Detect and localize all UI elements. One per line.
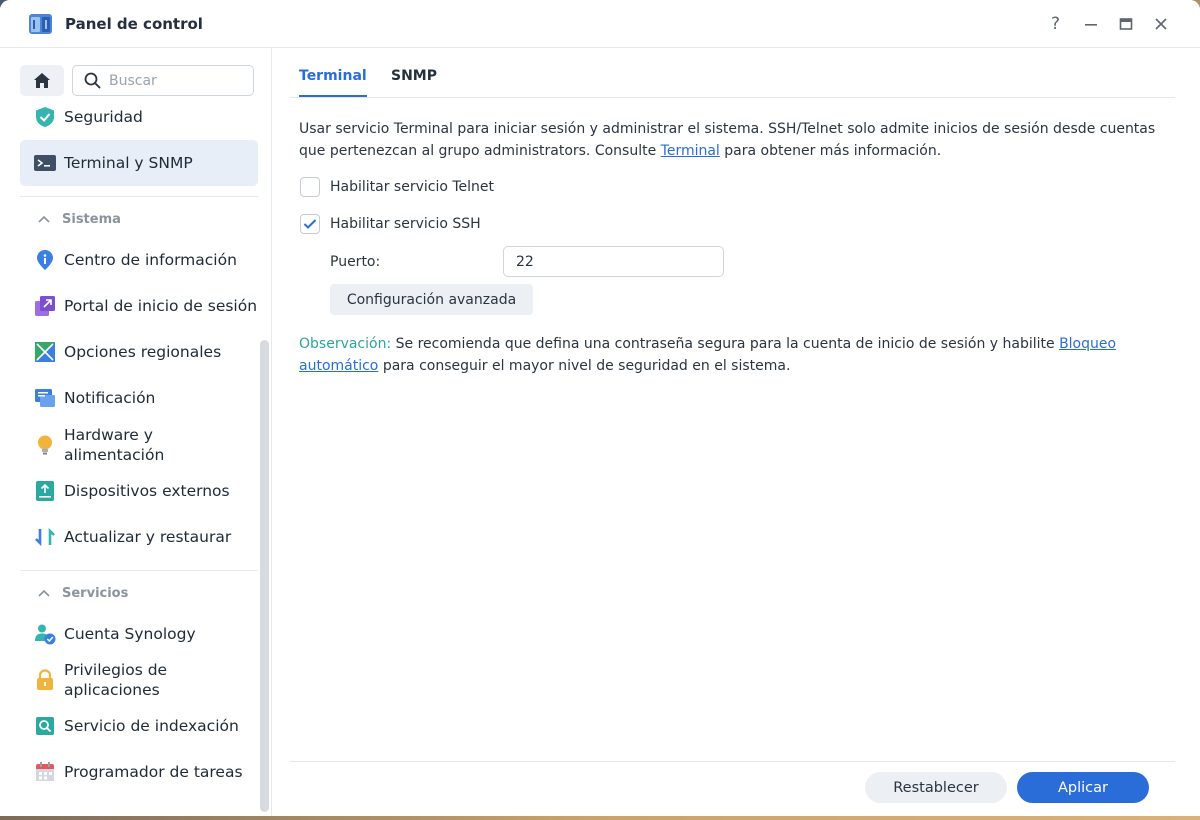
help-icon: ? xyxy=(1050,13,1061,34)
sidebar-item-indexacion[interactable]: Servicio de indexación xyxy=(20,703,258,749)
terminal-description: Usar servicio Terminal para iniciar sesi… xyxy=(299,118,1159,162)
sidebar-item-terminal-snmp[interactable]: Terminal y SNMP xyxy=(20,140,258,186)
control-panel-window: Panel de control ? Buscar Seguridad Term… xyxy=(0,0,1200,816)
sidebar-item-notificacion[interactable]: Notificación xyxy=(20,375,258,421)
window-title: Panel de control xyxy=(65,14,203,33)
help-button[interactable]: ? xyxy=(1038,9,1073,39)
main-panel: Terminal SNMP Usar servicio Terminal par… xyxy=(272,48,1200,816)
sidebar-item-label: Programador de tareas xyxy=(64,763,243,781)
telnet-checkbox[interactable] xyxy=(300,177,320,197)
ssh-checkbox[interactable] xyxy=(300,214,320,234)
sidebar-item-label: Dispositivos externos xyxy=(64,482,230,500)
search-icon xyxy=(84,72,101,89)
indexing-icon xyxy=(36,717,54,735)
info-icon xyxy=(37,250,53,270)
sidebar-item-opciones-regionales[interactable]: Opciones regionales xyxy=(20,329,258,375)
sidebar-item-portal-inicio[interactable]: Portal de inicio de sesión xyxy=(20,283,258,329)
section-label: Sistema xyxy=(62,211,121,227)
note-text: para conseguir el mayor nivel de segurid… xyxy=(378,358,791,374)
ssh-label: Habilitar servicio SSH xyxy=(330,216,481,232)
sidebar: Seguridad Terminal y SNMP Sistema Centro… xyxy=(0,48,272,816)
port-input[interactable] xyxy=(503,246,724,277)
chevron-up-icon xyxy=(38,589,50,597)
update-icon xyxy=(35,527,55,547)
maximize-icon xyxy=(1119,17,1132,30)
port-label: Puerto: xyxy=(330,254,381,270)
sidebar-item-label: Terminal y SNMP xyxy=(64,154,193,172)
sidebar-item-label: Cuenta Synology xyxy=(64,625,196,643)
sidebar-item-hardware[interactable]: Hardware y alimentación xyxy=(20,422,258,468)
tab-active-underline xyxy=(299,95,367,97)
notification-icon xyxy=(35,389,55,407)
tab-snmp[interactable]: SNMP xyxy=(391,68,437,84)
telnet-checkbox-row[interactable]: Habilitar servicio Telnet xyxy=(300,177,494,197)
sidebar-scrollbar[interactable] xyxy=(260,340,269,812)
security-note: Observación: Se recomienda que defina un… xyxy=(299,333,1159,377)
sidebar-item-label: Privilegios de aplicaciones xyxy=(64,661,168,699)
sidebar-item-privilegios[interactable]: Privilegios de aplicaciones xyxy=(20,657,258,703)
advanced-settings-button[interactable]: Configuración avanzada xyxy=(330,284,533,315)
terminal-icon xyxy=(34,155,56,171)
telnet-label: Habilitar servicio Telnet xyxy=(330,179,495,195)
home-icon xyxy=(34,73,50,88)
account-icon xyxy=(35,624,56,645)
home-button[interactable] xyxy=(20,65,64,96)
sidebar-item-actualizar-restaurar[interactable]: Actualizar y restaurar xyxy=(20,514,258,560)
terminal-help-link[interactable]: Terminal xyxy=(661,143,720,159)
sidebar-divider xyxy=(20,570,258,571)
calendar-icon xyxy=(36,762,54,781)
sidebar-item-label: Seguridad xyxy=(64,108,143,126)
sidebar-item-dispositivos-externos[interactable]: Dispositivos externos xyxy=(20,468,258,514)
ssh-checkbox-row[interactable]: Habilitar servicio SSH xyxy=(300,214,481,234)
footer-divider xyxy=(290,761,1175,762)
shield-icon xyxy=(36,107,54,127)
tab-bar: Terminal SNMP xyxy=(290,48,1175,98)
login-portal-icon xyxy=(35,296,55,316)
sidebar-item-cuenta-synology[interactable]: Cuenta Synology xyxy=(20,611,258,657)
lock-icon xyxy=(37,669,53,690)
note-label: Observación: xyxy=(299,336,392,352)
chevron-up-icon xyxy=(38,215,50,223)
note-text: Se recomienda que defina una contraseña … xyxy=(391,336,1060,352)
title-bar: Panel de control ? xyxy=(0,0,1200,48)
external-device-icon xyxy=(36,481,54,501)
section-servicios[interactable]: Servicios xyxy=(20,575,258,611)
sidebar-item-seguridad[interactable]: Seguridad xyxy=(20,94,258,140)
sidebar-divider xyxy=(20,196,258,197)
description-text: para obtener más información. xyxy=(719,143,942,159)
sidebar-item-label: Servicio de indexación xyxy=(64,717,239,735)
close-icon xyxy=(1154,17,1167,30)
maximize-button[interactable] xyxy=(1108,9,1143,39)
minimize-icon xyxy=(1084,23,1097,26)
sidebar-item-label: Centro de información xyxy=(64,251,237,269)
regional-icon xyxy=(35,342,55,362)
sidebar-item-label: Opciones regionales xyxy=(64,343,222,361)
reset-button[interactable]: Restablecer xyxy=(865,772,1007,803)
sidebar-item-programador-tareas[interactable]: Programador de tareas xyxy=(20,749,258,795)
window-controls: ? xyxy=(1038,9,1178,39)
tab-label: SNMP xyxy=(391,68,437,84)
section-label: Servicios xyxy=(62,585,129,601)
lightbulb-icon xyxy=(38,435,52,455)
sidebar-item-label: Portal de inicio de sesión xyxy=(64,297,258,315)
sidebar-item-label: Notificación xyxy=(64,389,156,407)
sidebar-item-label: Hardware y alimentación xyxy=(64,426,165,464)
sidebar-item-centro-informacion[interactable]: Centro de información xyxy=(20,237,258,283)
section-sistema[interactable]: Sistema xyxy=(20,201,258,237)
sidebar-item-label: Actualizar y restaurar xyxy=(64,528,232,546)
control-panel-app-icon xyxy=(29,14,52,34)
tab-label: Terminal xyxy=(299,68,367,84)
checkmark-icon xyxy=(303,219,317,229)
tab-terminal[interactable]: Terminal xyxy=(299,68,367,97)
search-input[interactable] xyxy=(109,72,239,89)
apply-button[interactable]: Aplicar xyxy=(1017,772,1149,803)
close-button[interactable] xyxy=(1143,9,1178,39)
minimize-button[interactable] xyxy=(1073,9,1108,39)
search-box xyxy=(72,65,254,96)
